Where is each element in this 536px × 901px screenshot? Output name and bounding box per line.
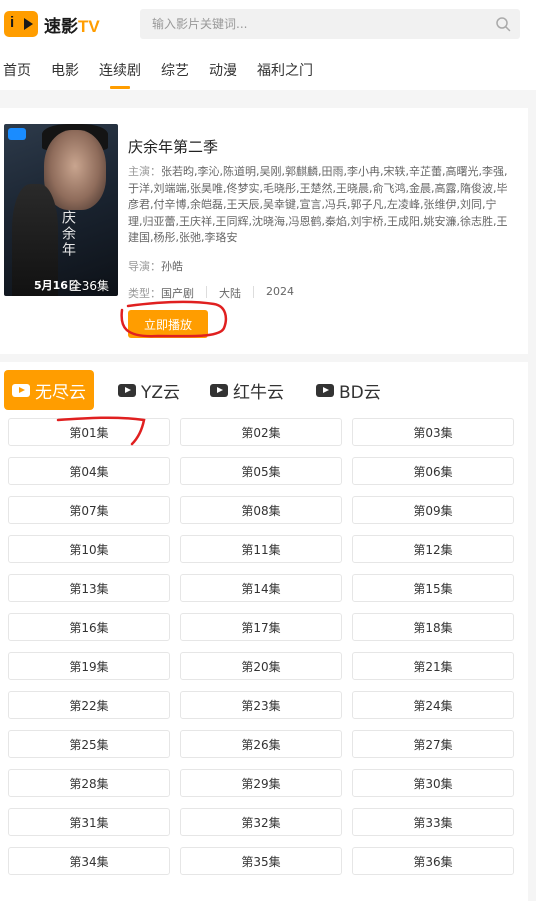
episode-button[interactable]: 第11集	[180, 535, 342, 563]
search-bar	[140, 9, 520, 39]
director-info: 导演：孙皓	[128, 258, 183, 274]
episode-button[interactable]: 第21集	[352, 652, 514, 680]
header: i 速影TV	[0, 0, 536, 48]
platform-logo-icon	[8, 128, 26, 140]
brand-suffix: TV	[78, 16, 100, 36]
search-icon[interactable]	[495, 16, 511, 32]
nav-active-indicator	[110, 86, 130, 89]
episode-button[interactable]: 第36集	[352, 847, 514, 875]
region-value[interactable]: 大陆	[219, 285, 241, 301]
type-label: 类型：	[128, 287, 161, 300]
episode-button[interactable]: 第12集	[352, 535, 514, 563]
main-nav: 首页 电影 连续剧 综艺 动漫 福利之门	[0, 48, 536, 90]
video-meta: 类型： 国产剧 大陆 2024	[128, 285, 294, 301]
nav-welfare[interactable]: 福利之门	[257, 60, 313, 80]
episode-button[interactable]: 第07集	[8, 496, 170, 524]
episode-button[interactable]: 第16集	[8, 613, 170, 641]
nav-anime[interactable]: 动漫	[209, 60, 237, 80]
play-sources: 无尽云 YZ云 红牛云 BD云 第01集 第02集 第03集第04集 第05集 第06集…	[0, 362, 528, 901]
play-icon	[12, 383, 30, 397]
episode-button[interactable]: 第23集	[180, 691, 342, 719]
episode-button[interactable]: 第26集	[180, 730, 342, 758]
episode-count-badge: 全36集	[69, 279, 109, 293]
director-name: 孙皓	[161, 260, 183, 273]
video-title: 庆余年第二季	[128, 138, 219, 156]
director-label: 导演：	[128, 260, 161, 273]
source-tab-label: 红牛云	[233, 382, 284, 403]
year-value[interactable]: 2024	[266, 285, 294, 301]
episode-button[interactable]: 第35集	[180, 847, 342, 875]
play-icon	[118, 383, 136, 397]
nav-series[interactable]: 连续剧	[99, 60, 141, 80]
cast-list: 主演：张若昀,李沁,陈道明,吴刚,郭麒麟,田雨,李小冉,宋轶,辛芷蕾,高曙光,李…	[128, 164, 508, 247]
episode-button[interactable]: 第25集	[8, 730, 170, 758]
source-tab-label: YZ云	[141, 382, 181, 403]
episode-button[interactable]: 第32集	[180, 808, 342, 836]
episode-button[interactable]: 第15集	[352, 574, 514, 602]
source-tab-label: 无尽云	[35, 382, 86, 403]
episode-button[interactable]: 第03集	[352, 418, 514, 446]
play-icon	[210, 383, 228, 397]
episode-button[interactable]: 第31集	[8, 808, 170, 836]
nav-movie[interactable]: 电影	[51, 60, 79, 80]
episode-button[interactable]: 第05集	[180, 457, 342, 485]
episode-button[interactable]: 第27集	[352, 730, 514, 758]
source-tab-yz[interactable]: YZ云	[118, 370, 180, 410]
episode-button[interactable]: 第01集	[8, 418, 170, 446]
search-input[interactable]	[152, 14, 482, 34]
episode-button[interactable]: 第29集	[180, 769, 342, 797]
episode-button[interactable]: 第22集	[8, 691, 170, 719]
nav-home[interactable]: 首页	[3, 60, 31, 80]
episode-button[interactable]: 第06集	[352, 457, 514, 485]
episode-button[interactable]: 第28集	[8, 769, 170, 797]
episode-button[interactable]: 第33集	[352, 808, 514, 836]
episode-button[interactable]: 第24集	[352, 691, 514, 719]
episode-button[interactable]: 第18集	[352, 613, 514, 641]
episode-button[interactable]: 第09集	[352, 496, 514, 524]
episode-button[interactable]: 第17集	[180, 613, 342, 641]
nav-variety[interactable]: 综艺	[161, 60, 189, 80]
episode-button[interactable]: 第04集	[8, 457, 170, 485]
source-tab-hongniu[interactable]: 红牛云	[210, 370, 284, 410]
episode-button[interactable]: 第14集	[180, 574, 342, 602]
episode-button[interactable]: 第19集	[8, 652, 170, 680]
poster-calligraphy: 庆余年	[60, 210, 76, 258]
source-tab-bd[interactable]: BD云	[316, 370, 381, 410]
source-tab-label: BD云	[339, 382, 381, 403]
play-icon	[316, 383, 334, 397]
brand-name: 速影	[44, 16, 78, 37]
episode-button[interactable]: 第30集	[352, 769, 514, 797]
poster-image[interactable]: 庆余年 5月16日 全36集	[4, 124, 118, 296]
video-detail: 庆余年 5月16日 全36集 庆余年第二季 主演：张若昀,李沁,陈道明,吴刚,郭…	[0, 108, 528, 354]
source-tab-wujin[interactable]: 无尽云	[4, 370, 94, 410]
play-now-button[interactable]: 立即播放	[128, 310, 208, 338]
logo-text: 速影TV	[44, 12, 100, 37]
logo-icon: i	[4, 11, 38, 37]
site-logo[interactable]: i 速影TV	[4, 11, 100, 37]
episode-button[interactable]: 第02集	[180, 418, 342, 446]
episode-button[interactable]: 第10集	[8, 535, 170, 563]
episode-button[interactable]: 第34集	[8, 847, 170, 875]
episode-button[interactable]: 第13集	[8, 574, 170, 602]
genre-value[interactable]: 国产剧	[161, 285, 194, 301]
episode-button[interactable]: 第08集	[180, 496, 342, 524]
episode-grid: 第01集 第02集 第03集第04集 第05集 第06集第07集 第08集 第09集第10集…	[8, 418, 516, 875]
cast-label: 主演：	[128, 165, 161, 178]
episode-button[interactable]: 第20集	[180, 652, 342, 680]
cast-names: 张若昀,李沁,陈道明,吴刚,郭麒麟,田雨,李小冉,宋轶,辛芷蕾,高曙光,李强,于…	[128, 165, 508, 245]
